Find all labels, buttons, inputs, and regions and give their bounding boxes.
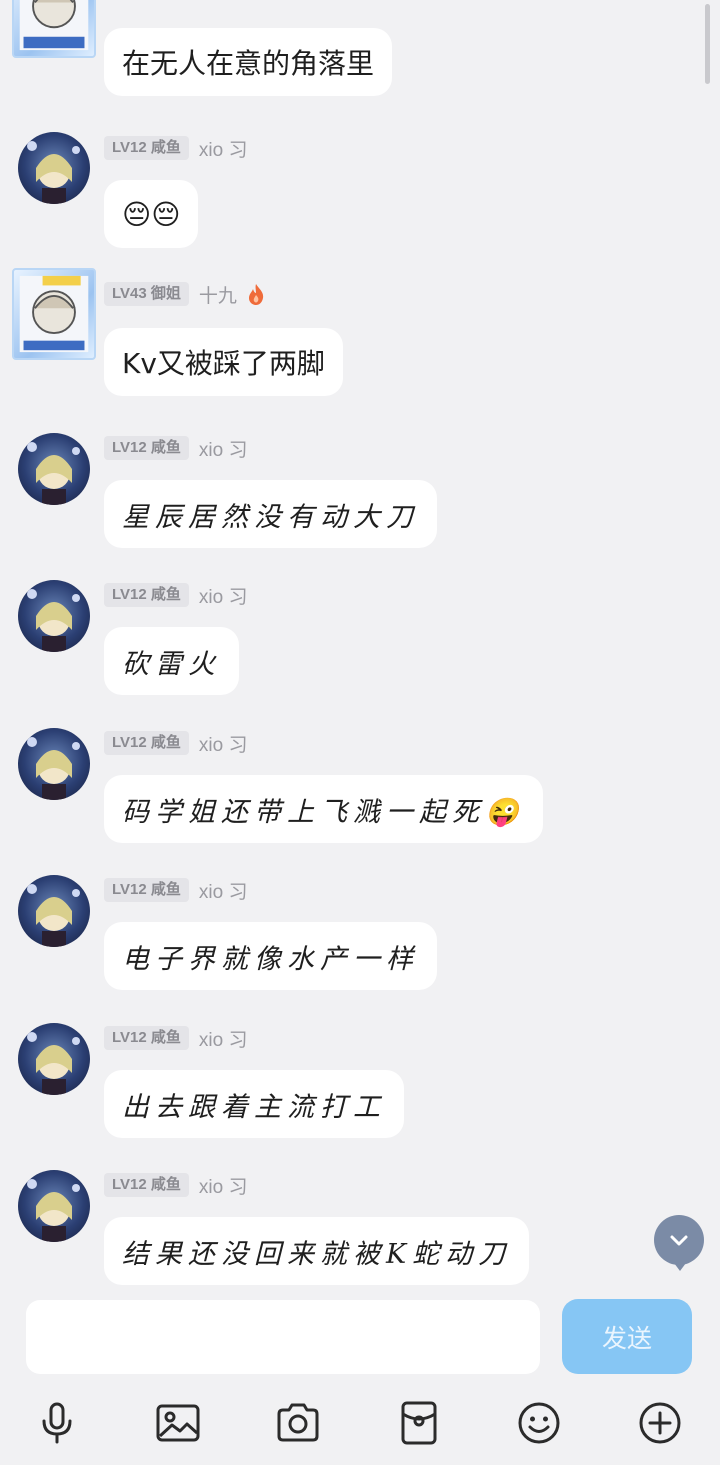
sender-name[interactable]: xio 习	[199, 730, 248, 757]
message-input[interactable]	[26, 1300, 540, 1374]
level-badge: LV43 御姐	[104, 282, 189, 306]
message-bubble[interactable]: 在无人在意的角落里	[104, 28, 393, 96]
message-bubble[interactable]: 电子界就像水产一样	[104, 922, 437, 990]
level-badge: LV12 咸鱼	[104, 731, 189, 755]
flame-icon	[248, 284, 264, 305]
sender-meta: LV12 咸鱼 xio 习	[104, 435, 248, 462]
avatar[interactable]	[18, 580, 90, 652]
message-text: 在无人在意的角落里	[122, 47, 375, 80]
level-badge: LV12 咸鱼	[104, 1026, 189, 1050]
sender-meta: LV12 咸鱼 xio 习	[104, 730, 248, 757]
plus-icon	[639, 1402, 681, 1444]
plus-button[interactable]	[637, 1400, 683, 1446]
send-button-label: 发送	[601, 1323, 652, 1353]
message-bubble[interactable]: 出去跟着主流打工	[104, 1070, 404, 1138]
chevron-down-icon	[670, 1235, 688, 1246]
message-bubble[interactable]: Kv又被踩了两脚	[104, 328, 343, 396]
message-bubble[interactable]: 😔😔	[104, 180, 199, 248]
avatar[interactable]	[18, 875, 90, 947]
message-text: 结果还没回来就被K蛇动刀	[122, 1238, 512, 1270]
sender-meta: LV12 咸鱼 xio 习	[104, 877, 248, 904]
avatar[interactable]	[12, 0, 96, 58]
composer-bar: 发送	[0, 1288, 720, 1465]
camera-icon	[277, 1403, 319, 1442]
message-text: 😔😔	[122, 197, 181, 231]
emoji-icon	[518, 1402, 560, 1444]
sender-name[interactable]: xio 习	[199, 582, 248, 609]
message-text: 出去跟着主流打工	[122, 1091, 386, 1123]
level-badge: LV12 咸鱼	[104, 436, 189, 460]
avatar[interactable]	[18, 433, 90, 505]
composer-toolbar	[0, 1392, 720, 1452]
sender-meta: LV43 御姐 十九	[104, 281, 265, 308]
red-packet-button[interactable]	[396, 1400, 442, 1446]
image-button[interactable]	[155, 1400, 201, 1446]
message-bubble[interactable]: 星辰居然没有动大刀	[104, 480, 437, 548]
scroll-to-bottom-button[interactable]	[654, 1215, 704, 1271]
message-bubble[interactable]: 砍雷火	[104, 627, 239, 695]
image-icon	[156, 1404, 200, 1442]
sender-meta: LV12 咸鱼 xio 习	[104, 1172, 248, 1199]
avatar[interactable]	[18, 728, 90, 800]
message-text: 码学姐还带上飞溅一起死😜	[122, 796, 525, 828]
sender-name[interactable]: xio 习	[199, 1172, 248, 1199]
emoji-button[interactable]	[516, 1400, 562, 1446]
sender-name[interactable]: xio 习	[199, 877, 248, 904]
scrollbar[interactable]	[705, 4, 710, 84]
message-text: Kv又被踩了两脚	[122, 347, 325, 380]
message-bubble[interactable]: 结果还没回来就被K蛇动刀	[104, 1217, 530, 1285]
avatar[interactable]	[12, 268, 96, 360]
level-badge: LV12 咸鱼	[104, 583, 189, 607]
avatar[interactable]	[18, 1023, 90, 1095]
message-text: 电子界就像水产一样	[122, 943, 419, 975]
microphone-button[interactable]	[34, 1400, 80, 1446]
avatar[interactable]	[18, 132, 90, 204]
level-badge: LV12 咸鱼	[104, 1173, 189, 1197]
chat-message-list[interactable]: 在无人在意的角落里 LV12 咸鱼 xio 习 😔😔 LV43 御姐 十九 Kv…	[0, 0, 720, 1288]
microphone-icon	[42, 1402, 72, 1444]
message-text: 星辰居然没有动大刀	[122, 501, 419, 533]
level-badge: LV12 咸鱼	[104, 878, 189, 902]
sender-name[interactable]: xio 习	[199, 1025, 248, 1052]
message-text: 砍雷火	[122, 648, 221, 680]
sender-name[interactable]: xio 习	[199, 135, 248, 162]
message-bubble[interactable]: 码学姐还带上飞溅一起死😜	[104, 775, 543, 843]
camera-button[interactable]	[275, 1400, 321, 1446]
sender-meta: LV12 咸鱼 xio 习	[104, 135, 248, 162]
level-badge: LV12 咸鱼	[104, 136, 189, 160]
red-packet-icon	[401, 1401, 437, 1445]
sender-meta: LV12 咸鱼 xio 习	[104, 582, 248, 609]
sender-name[interactable]: xio 习	[199, 435, 248, 462]
sender-name[interactable]: 十九	[199, 281, 237, 308]
avatar[interactable]	[18, 1170, 90, 1242]
sender-meta: LV12 咸鱼 xio 习	[104, 1025, 248, 1052]
send-button[interactable]: 发送	[562, 1299, 692, 1374]
